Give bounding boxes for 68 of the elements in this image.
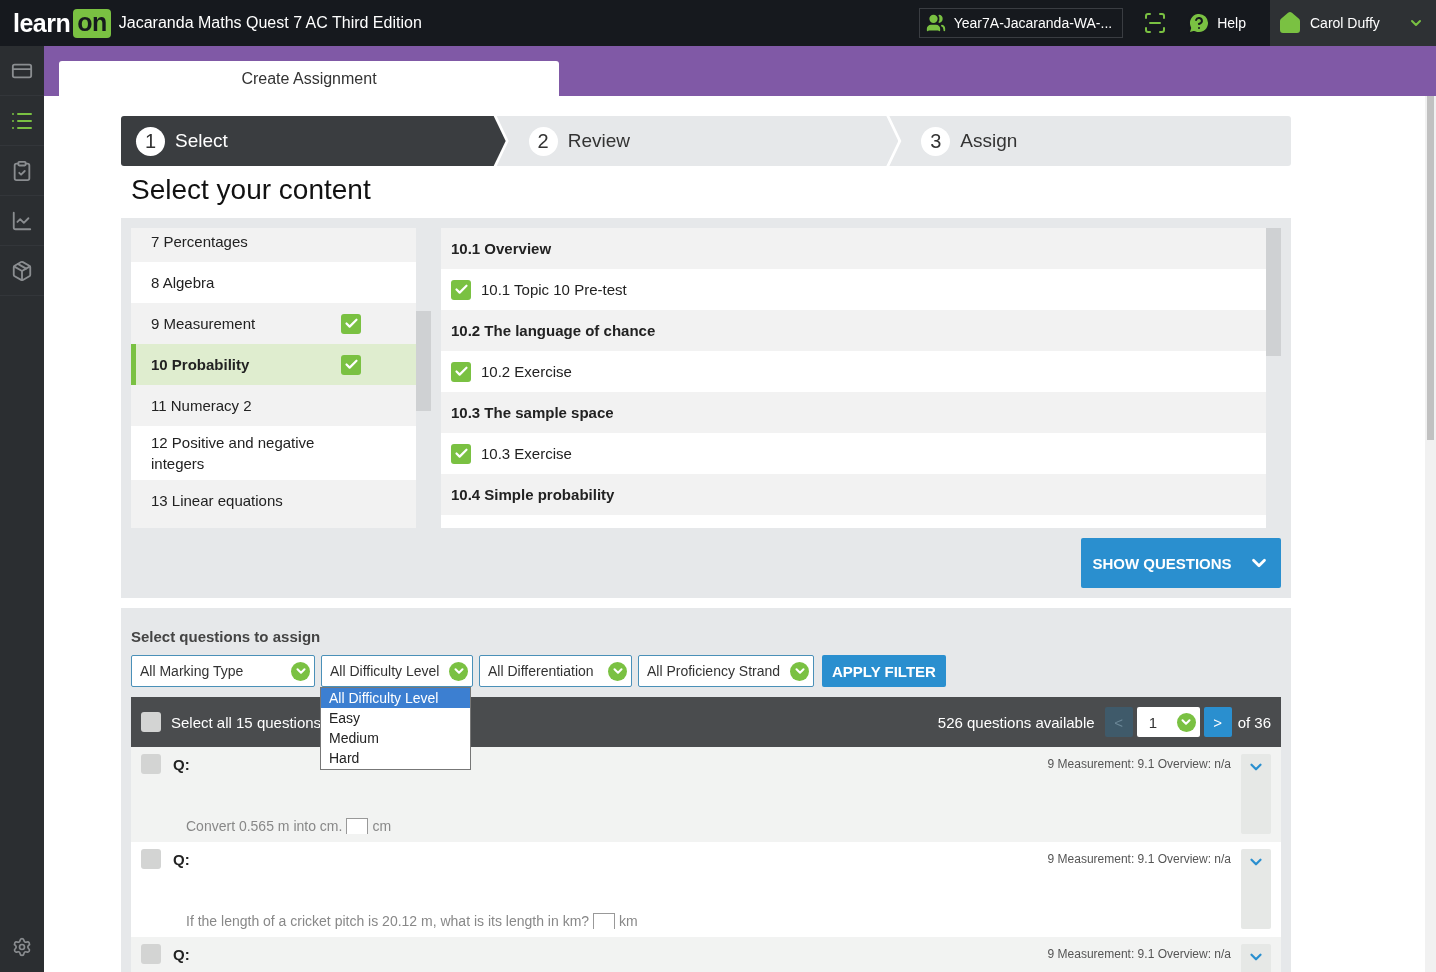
learnon-logo: learn on <box>13 8 111 38</box>
subtopic-label: 10.3 Exercise <box>481 445 572 462</box>
topic-item[interactable]: 12 Positive and negative integers <box>131 426 416 480</box>
checkmark-icon <box>453 282 469 297</box>
question-source: 9 Measurement: 9.1 Overview: n/a <box>1047 852 1231 866</box>
answer-box[interactable] <box>593 913 616 929</box>
page-tab[interactable]: Create Assignment <box>59 61 559 96</box>
user-menu[interactable]: Carol Duffy <box>1270 0 1436 46</box>
question-source: 9 Measurement: 9.1 Overview: n/a <box>1047 757 1231 771</box>
help-link[interactable]: Help <box>1187 11 1246 35</box>
dropdown-option[interactable]: All Difficulty Level <box>321 688 470 708</box>
select-all-label: Select all 15 questions <box>171 713 322 731</box>
checkbox[interactable] <box>141 754 161 774</box>
filter-dropdown[interactable]: All Differentiation <box>479 655 632 687</box>
page-selector[interactable]: 1 <box>1136 707 1200 737</box>
chevron-down-icon <box>449 661 468 681</box>
section-title: Select questions to assign <box>131 627 322 647</box>
checkbox[interactable] <box>451 443 471 464</box>
filter-dropdown[interactable]: All Proficiency Strand <box>638 655 814 687</box>
page-scrollbar[interactable] <box>1425 96 1436 972</box>
checkmark-icon <box>343 357 359 372</box>
checkmark-icon <box>343 316 359 331</box>
chevron-down-icon <box>608 661 627 681</box>
topic-item[interactable]: 8 Algebra <box>131 262 416 303</box>
users-icon <box>925 13 946 33</box>
chevron-down-icon <box>1176 712 1196 732</box>
checkbox[interactable] <box>141 849 161 869</box>
questions-count: 526 questions available <box>937 713 1095 731</box>
checkbox[interactable] <box>341 313 361 334</box>
question-label: Q: <box>173 945 190 963</box>
checkbox[interactable] <box>451 279 471 300</box>
filter-dropdown[interactable]: All Marking Type <box>131 655 315 687</box>
question-text: If the length of a cricket pitch is 20.12 m, what is its length in km? <box>186 913 590 929</box>
question-label: Q: <box>173 755 190 773</box>
checkbox[interactable] <box>451 361 471 382</box>
section-heading: 10.3 The sample space <box>441 392 1266 433</box>
show-questions-button[interactable]: SHOW QUESTIONS <box>1081 538 1281 588</box>
checkbox[interactable] <box>341 354 361 375</box>
section-heading: 10.1 Overview <box>441 228 1266 269</box>
section-heading: 10.4 Simple probability <box>441 474 1266 515</box>
checkbox[interactable] <box>141 712 161 732</box>
page-heading: Select your content <box>131 174 372 206</box>
book-title: Jacaranda Maths Quest 7 AC Third Edition <box>118 14 423 32</box>
home-icon <box>1278 11 1302 35</box>
question-text: Convert 0.565 m into cm. <box>186 818 343 834</box>
answer-box[interactable] <box>346 818 369 834</box>
subtopic-label: 10.1 Topic 10 Pre-test <box>481 281 627 298</box>
question-source: 9 Measurement: 9.1 Overview: n/a <box>1047 947 1231 961</box>
fullscreen-icon[interactable] <box>1143 11 1168 35</box>
topic-item[interactable]: 10 Probability <box>131 344 416 385</box>
wizard-step[interactable]: 3 Assign <box>889 116 1291 166</box>
class-selector[interactable]: Year7A-Jacaranda-WA-... <box>918 8 1124 38</box>
wizard-step[interactable]: 1 Select <box>121 116 506 166</box>
question-label: Q: <box>173 850 190 868</box>
unit-label: km <box>619 913 638 929</box>
checkbox[interactable] <box>141 944 161 964</box>
chevron-down-icon <box>790 661 809 681</box>
section-heading: 10.2 The language of chance <box>441 310 1266 351</box>
filter-dropdown[interactable]: All Difficulty Level <box>321 655 473 687</box>
page-total: of 36 <box>1237 713 1271 731</box>
wizard-step[interactable]: 2 Review <box>496 116 899 166</box>
chevron-down-icon <box>291 661 310 681</box>
checkmark-icon <box>453 446 469 461</box>
checkmark-icon <box>453 364 469 379</box>
unit-label: cm <box>372 818 392 834</box>
apply-filter-button[interactable]: APPLY FILTER <box>822 655 946 687</box>
next-page-button[interactable]: > <box>1203 707 1232 737</box>
subtopic-label: 10.2 Exercise <box>481 363 572 380</box>
